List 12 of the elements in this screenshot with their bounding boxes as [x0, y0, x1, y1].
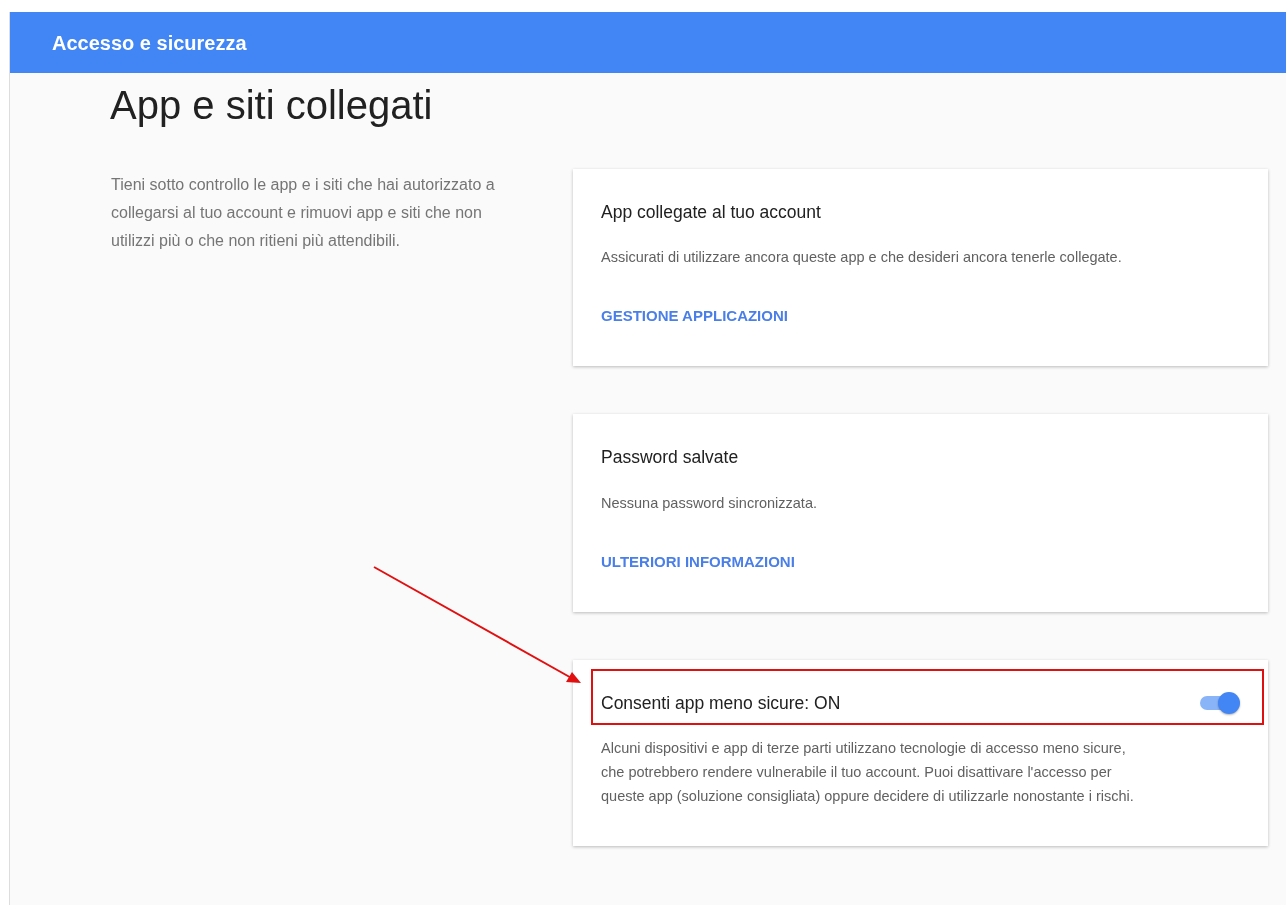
card-text: Nessuna password sincronizzata.: [601, 493, 818, 513]
card-link[interactable]: GESTIONE APPLICAZIONI: [601, 305, 788, 328]
card-title: App collegate al tuo account: [601, 201, 822, 224]
header-title: Accesso e sicurezza: [52, 30, 247, 56]
card-title: Password salvate: [601, 446, 740, 470]
description-text: Tieni sotto controllo le app e i siti che hai autorizzato a collegarsi al tuo account e rimuovi app e siti che non utilizzi più o che non ritieni più attendibili.: [111, 175, 496, 251]
card-title: Consenti app meno sicure: ON: [601, 691, 841, 715]
toggle-switch[interactable]: [1198, 690, 1240, 715]
card-text: Alcuni dispositivi e app di terze parti utilizzano tecnologie di accesso meno sicure, che potrebbero rendere vulnerabile il tuo account. Puoi disattivare l'accesso per queste app (soluzione consigliata) oppure decidere di utilizzarle nonostante i rischi.: [601, 738, 1135, 806]
card-text: Assicurati di utilizzare ancora queste app e che desideri ancora tenerle collegate.: [601, 248, 1123, 268]
page-heading: App e siti collegati: [110, 82, 434, 129]
card-link[interactable]: ULTERIORI INFORMAZIONI: [601, 550, 795, 573]
